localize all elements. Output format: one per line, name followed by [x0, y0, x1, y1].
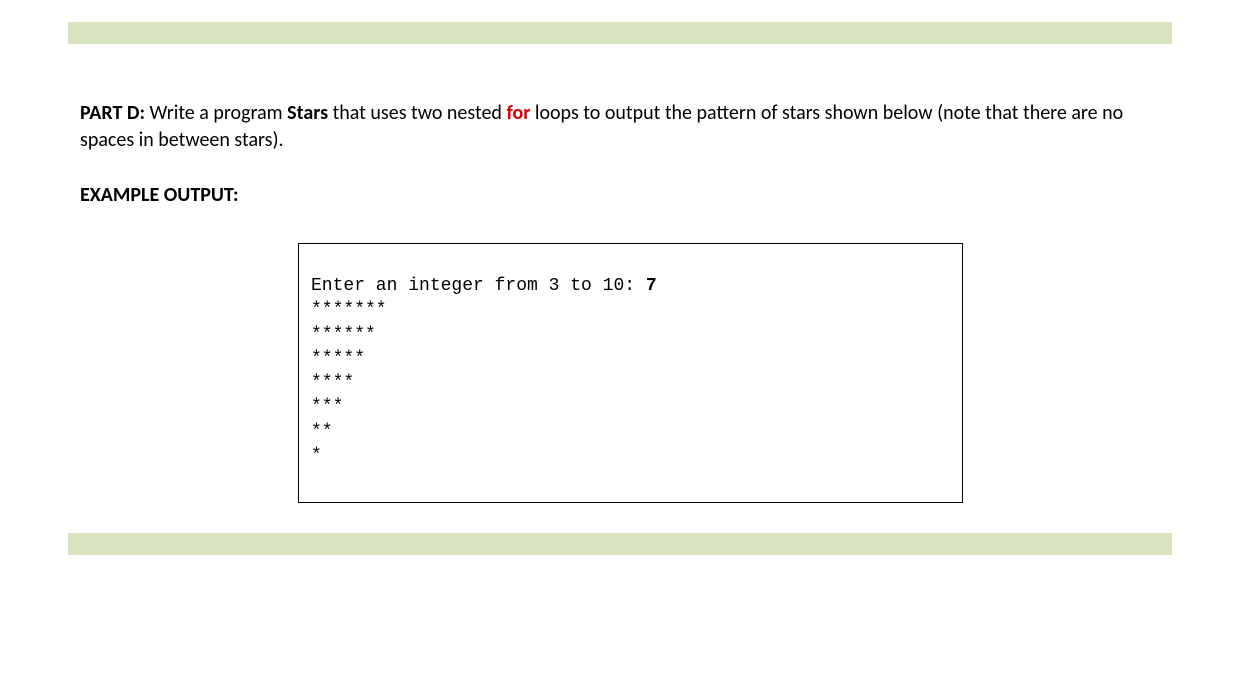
- instruction-text-2: that uses two nested: [328, 101, 506, 125]
- document-page: PART D: Write a program Stars that uses …: [0, 22, 1240, 555]
- output-star-line: *****: [311, 347, 950, 371]
- for-keyword: for: [506, 101, 530, 125]
- output-star-line: *******: [311, 298, 950, 322]
- part-label: PART D:: [80, 101, 145, 125]
- output-prompt-line: Enter an integer from 3 to 10: 7: [311, 274, 950, 298]
- program-name: Stars: [287, 101, 328, 125]
- output-star-line: ****: [311, 371, 950, 395]
- output-star-line: ***: [311, 395, 950, 419]
- instruction-text-1: Write a program: [145, 101, 287, 125]
- example-output-box: Enter an integer from 3 to 10: 7 *******…: [298, 243, 963, 503]
- instruction-paragraph: PART D: Write a program Stars that uses …: [80, 100, 1160, 154]
- output-prompt: Enter an integer from 3 to 10:: [311, 276, 646, 296]
- output-user-input: 7: [646, 276, 657, 296]
- document-content: PART D: Write a program Stars that uses …: [80, 100, 1160, 503]
- decorative-bar-top: [68, 22, 1172, 44]
- output-star-line: **: [311, 420, 950, 444]
- output-star-line: ******: [311, 323, 950, 347]
- decorative-bar-bottom: [68, 533, 1172, 555]
- example-output-label: EXAMPLE OUTPUT:: [80, 182, 1160, 209]
- output-star-line: *: [311, 444, 950, 468]
